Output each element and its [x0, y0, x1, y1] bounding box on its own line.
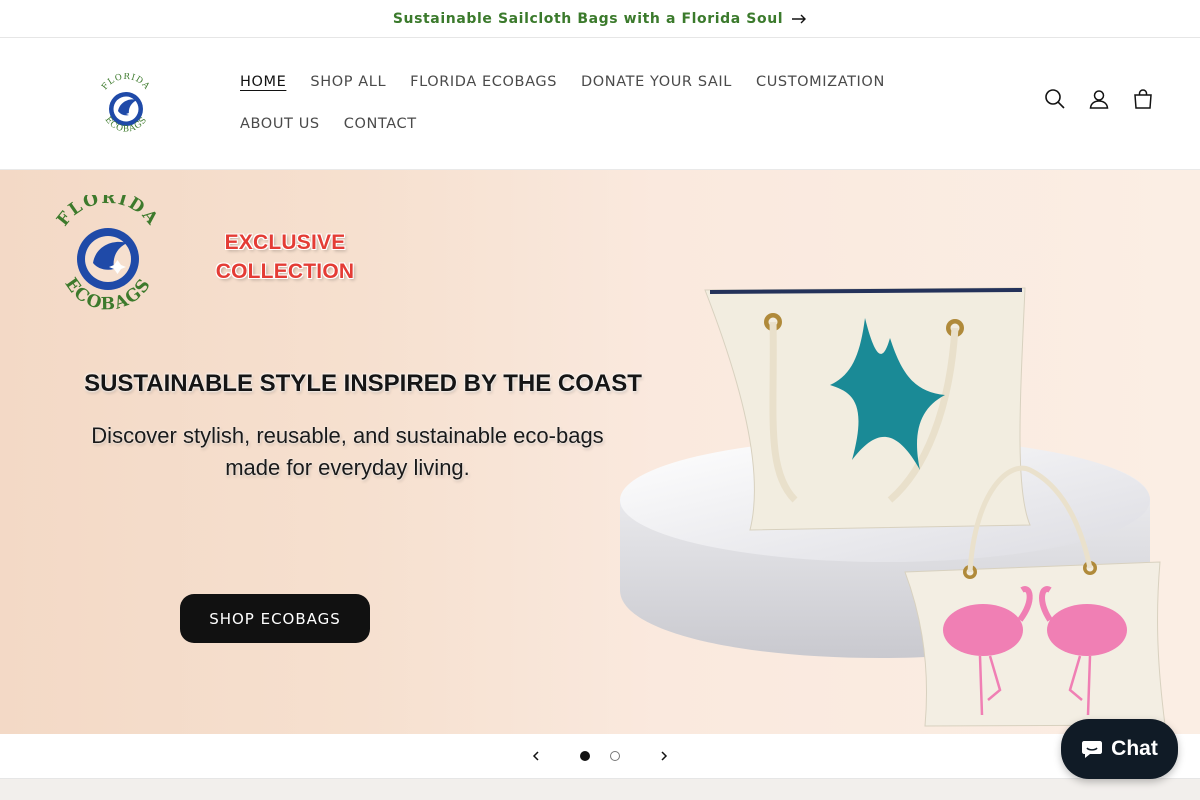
chevron-left-icon[interactable] [524, 744, 548, 768]
hero-banner: FLORIDA ECOBAGS EXCLUSIVE COLLECTION SUS… [0, 170, 1200, 734]
account-icon[interactable] [1087, 87, 1111, 111]
hero-subtitle: Discover stylish, reusable, and sustaina… [91, 423, 604, 480]
next-section-strip [0, 779, 1200, 800]
chevron-right-icon[interactable] [652, 744, 676, 768]
nav-item-about-us[interactable]: ABOUT US [228, 103, 332, 145]
announcement-text[interactable]: Sustainable Sailcloth Bags with a Florid… [393, 11, 783, 27]
florida-ecobags-hero-logo: FLORIDA ECOBAGS [53, 195, 163, 314]
chat-label: Chat [1111, 737, 1158, 760]
slide-dot-1[interactable] [580, 751, 590, 761]
cart-icon[interactable] [1131, 87, 1155, 111]
main-nav: HOME SHOP ALL FLORIDA ECOBAGS DONATE YOU… [228, 61, 988, 145]
search-icon[interactable] [1043, 87, 1067, 111]
slide-dot-2[interactable] [610, 751, 620, 761]
exclusive-collection-label: EXCLUSIVE COLLECTION [215, 231, 355, 283]
tote-bags-image [620, 287, 1166, 727]
svg-text:FLORIDA: FLORIDA [100, 73, 152, 92]
chat-button[interactable]: Chat [1061, 719, 1178, 779]
nav-item-donate-your-sail[interactable]: DONATE YOUR SAIL [569, 61, 744, 103]
svg-text:FLORIDA: FLORIDA [53, 195, 163, 230]
header-icons [1043, 87, 1155, 111]
shop-ecobags-button[interactable]: SHOP ECOBAGS [180, 594, 370, 643]
arrow-right-icon [792, 14, 807, 23]
announcement-bar[interactable]: Sustainable Sailcloth Bags with a Florid… [0, 0, 1200, 38]
nav-item-customization[interactable]: CUSTOMIZATION [744, 61, 897, 103]
site-header: FLORIDA ECOBAGS HOME SHOP ALL FLORIDA EC… [0, 39, 1200, 170]
nav-item-shop-all[interactable]: SHOP ALL [298, 61, 398, 103]
slideshow-controls [0, 734, 1200, 779]
nav-item-contact[interactable]: CONTACT [332, 103, 429, 145]
nav-item-florida-ecobags[interactable]: FLORIDA ECOBAGS [398, 61, 569, 103]
nav-item-home[interactable]: HOME [228, 61, 298, 103]
florida-ecobags-logo[interactable]: FLORIDA ECOBAGS [92, 73, 160, 141]
chat-bubble-icon [1082, 741, 1103, 758]
